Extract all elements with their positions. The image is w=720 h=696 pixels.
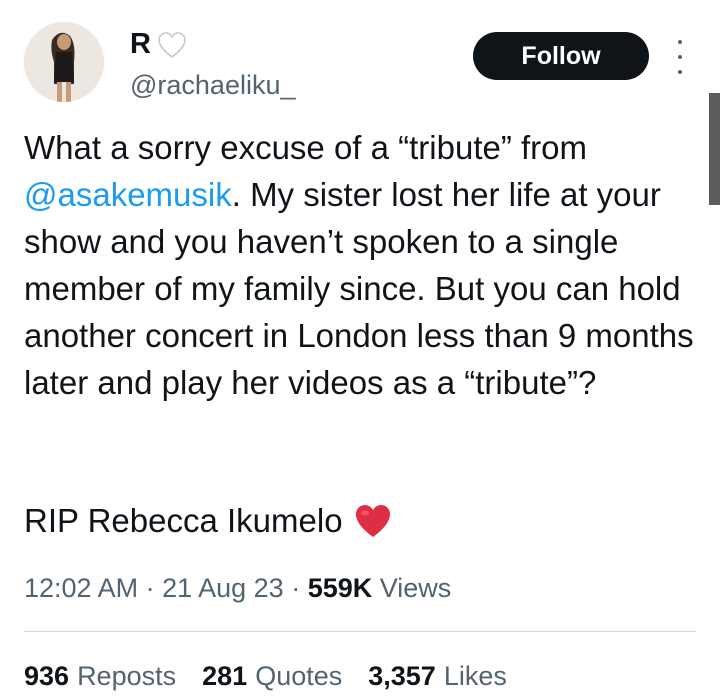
reposts-label: Reposts	[77, 661, 177, 691]
divider	[24, 631, 696, 632]
separator: ·	[283, 573, 308, 603]
views-count: 559K	[307, 573, 373, 603]
display-name[interactable]: R	[130, 28, 151, 61]
reposts-count: 936	[24, 661, 70, 691]
tweet-second-paragraph: RIP Rebecca Ikumelo	[24, 497, 393, 544]
mention-link[interactable]: @asakemusik	[24, 176, 232, 213]
avatar-photo	[24, 22, 104, 102]
quotes-stat[interactable]: 281 Quotes	[202, 658, 342, 694]
quotes-count: 281	[202, 661, 248, 691]
quotes-label: Quotes	[255, 661, 343, 691]
likes-stat[interactable]: 3,357 Likes	[368, 658, 507, 694]
engagement-stats: 936 Reposts 281 Quotes 3,357 Likes	[24, 658, 507, 694]
dot-icon	[678, 40, 682, 44]
tweet-text: What a sorry excuse of a “tribute” from …	[24, 124, 694, 406]
rip-text: RIP Rebecca Ikumelo	[24, 502, 343, 539]
red-heart-icon	[355, 504, 390, 537]
more-options-icon[interactable]	[670, 40, 690, 74]
user-name-row[interactable]: R	[130, 28, 187, 61]
likes-count: 3,357	[368, 661, 436, 691]
white-heart-icon	[158, 31, 187, 58]
follow-button[interactable]: Follow	[473, 32, 649, 80]
separator: ·	[138, 573, 163, 603]
dot-icon	[678, 55, 682, 59]
user-handle[interactable]: @rachaeliku_	[130, 70, 296, 101]
scrollbar[interactable]	[709, 93, 720, 205]
avatar[interactable]	[24, 22, 104, 102]
reposts-stat[interactable]: 936 Reposts	[24, 658, 176, 694]
tweet-text-part: What a sorry excuse of a “tribute” from	[24, 129, 588, 166]
views-label: Views	[379, 573, 452, 603]
likes-label: Likes	[443, 661, 507, 691]
tweet-time[interactable]: 12:02 AM	[24, 573, 138, 603]
tweet-date[interactable]: 21 Aug 23	[162, 573, 284, 603]
dot-icon	[678, 70, 682, 74]
tweet-meta: 12:02 AM · 21 Aug 23 · 559K Views	[24, 570, 451, 606]
